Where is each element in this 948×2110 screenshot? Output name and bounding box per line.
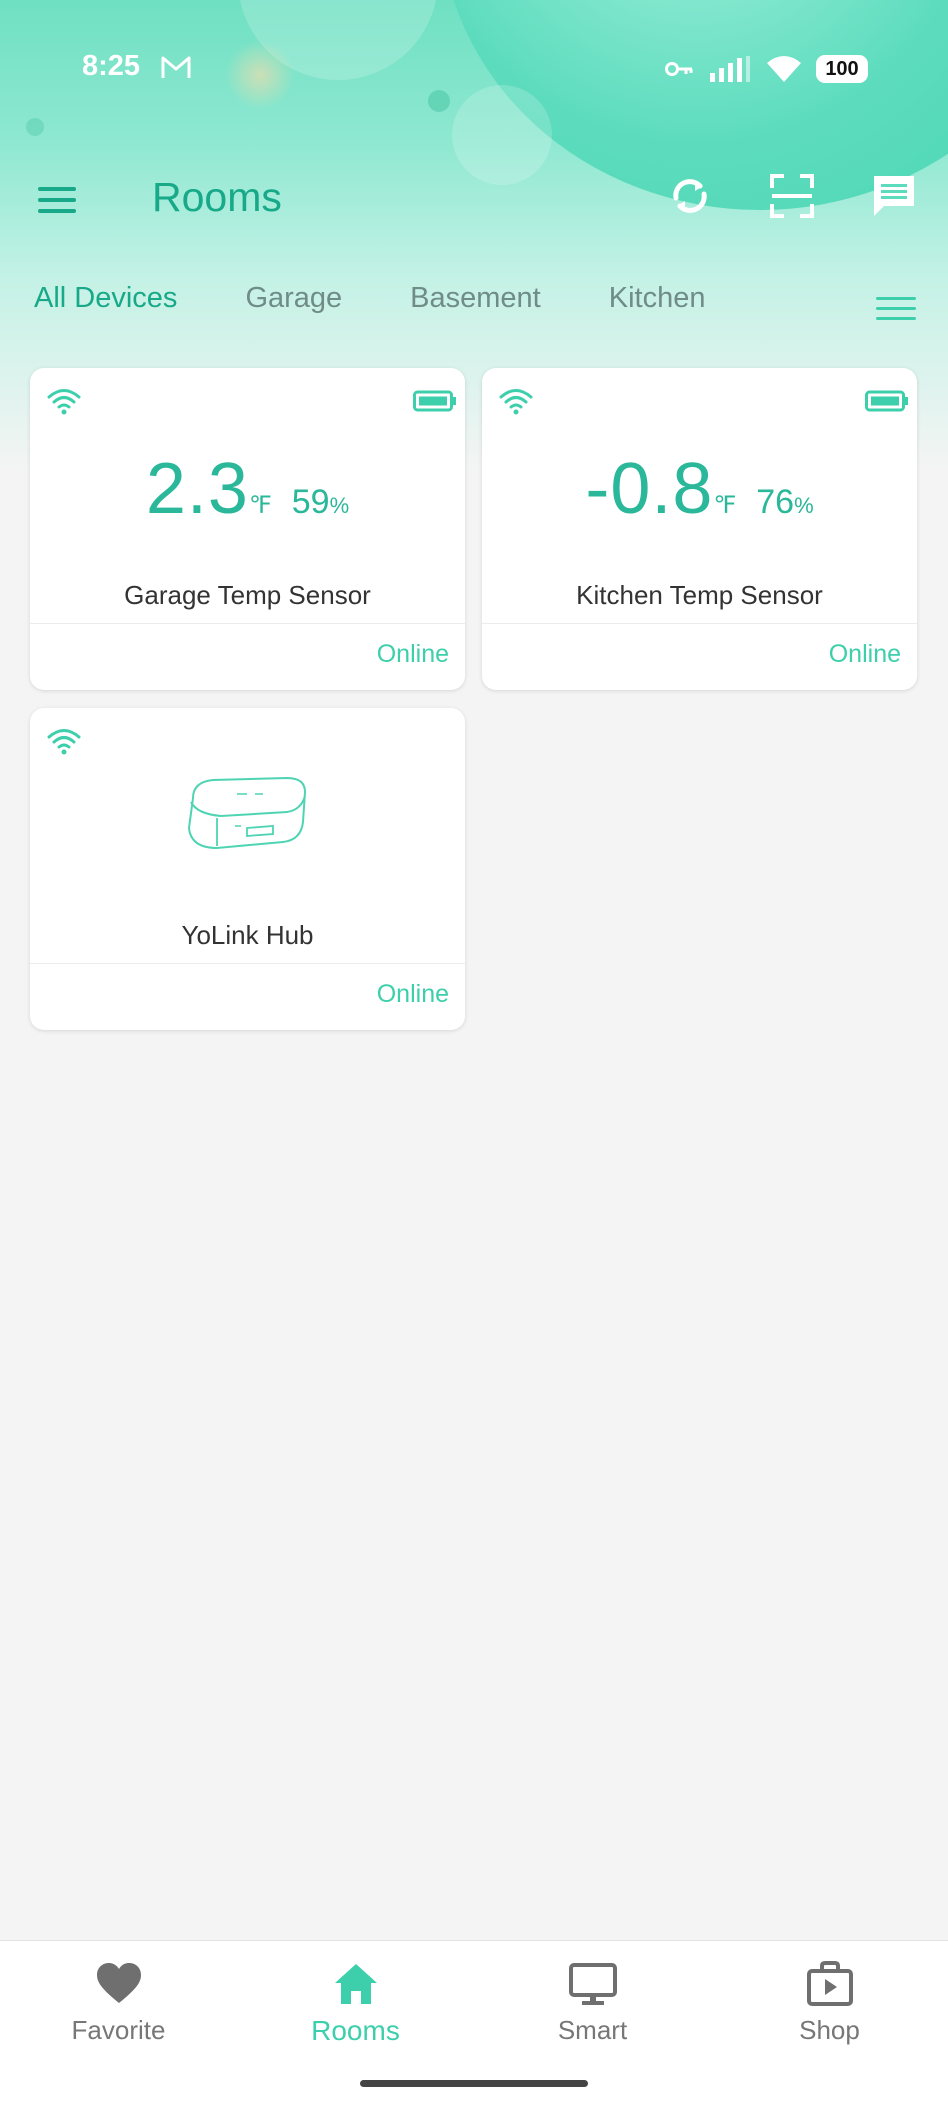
vpn-key-icon: [665, 62, 693, 76]
tabs-menu-icon[interactable]: [876, 294, 916, 324]
wifi-signal-icon: [499, 389, 533, 415]
device-name: YoLink Hub: [181, 920, 314, 950]
nav-label: Shop: [799, 2015, 860, 2045]
rooms-screen: 8:25 100 Rooms All Devices Garage Baseme…: [0, 0, 948, 2110]
status-icons: 100: [664, 52, 868, 86]
card-divider: [30, 963, 465, 964]
battery-icon: [865, 390, 908, 412]
page-title: Rooms: [152, 174, 282, 220]
humidity-value: 59: [291, 483, 330, 521]
temperature-value: -0.8: [585, 449, 714, 529]
sensor-reading: 2.3℉ 59%: [30, 448, 465, 530]
temperature-value: 2.3: [145, 449, 249, 529]
card-divider: [482, 623, 917, 624]
sync-icon[interactable]: [666, 172, 714, 220]
scan-icon[interactable]: [768, 172, 816, 220]
nav-label: Favorite: [71, 2015, 166, 2045]
temperature-unit: ℉: [248, 492, 272, 519]
wifi-signal-icon: [47, 729, 81, 755]
tab-basement[interactable]: Basement: [410, 282, 541, 332]
humidity-unit: %: [329, 493, 350, 518]
device-status: Online: [376, 980, 449, 1008]
battery-level: 100: [816, 55, 868, 83]
shop-bag-icon: [806, 1961, 853, 2006]
home-icon: [334, 1964, 377, 2004]
nav-rooms[interactable]: Rooms: [237, 1959, 474, 2047]
humidity-value: 76: [756, 483, 795, 521]
device-status: Online: [828, 640, 901, 668]
message-icon[interactable]: [870, 172, 918, 220]
gmail-notification-icon: [161, 56, 191, 78]
wifi-signal-icon: [47, 389, 81, 415]
home-indicator[interactable]: [360, 2080, 588, 2087]
tab-kitchen[interactable]: Kitchen: [609, 282, 706, 332]
nav-favorite[interactable]: Favorite: [0, 1959, 237, 2046]
wifi-status-icon: [767, 56, 801, 82]
device-card-kitchen-temp-sensor[interactable]: -0.8℉ 76% Kitchen Temp Sensor Online: [482, 368, 917, 690]
temperature-unit: ℉: [713, 492, 737, 519]
app-bar: Rooms: [0, 160, 948, 240]
hamburger-menu-icon[interactable]: [36, 182, 80, 218]
status-bar: 8:25 100: [0, 0, 948, 140]
heart-icon: [96, 1963, 141, 2003]
card-divider: [30, 623, 465, 624]
sensor-reading: -0.8℉ 76%: [482, 448, 917, 530]
device-card-garage-temp-sensor[interactable]: 2.3℉ 59% Garage Temp Sensor Online: [30, 368, 465, 690]
device-status: Online: [376, 640, 449, 668]
nav-smart[interactable]: Smart: [474, 1959, 711, 2046]
nav-label: Smart: [557, 2015, 628, 2045]
device-card-yolink-hub[interactable]: YoLink Hub Online: [30, 708, 465, 1030]
status-time: 8:25: [82, 50, 141, 82]
humidity-unit: %: [794, 493, 814, 518]
nav-shop[interactable]: Shop: [711, 1959, 948, 2046]
nav-label: Rooms: [311, 2015, 400, 2046]
tab-garage[interactable]: Garage: [245, 282, 342, 332]
top-actions: [666, 172, 918, 220]
room-tabs: All Devices Garage Basement Kitchen: [34, 282, 705, 332]
device-name: Kitchen Temp Sensor: [576, 580, 823, 610]
monitor-icon: [568, 1963, 617, 2005]
tab-all-devices[interactable]: All Devices: [34, 282, 177, 332]
device-name: Garage Temp Sensor: [124, 580, 371, 610]
cellular-signal-icon: [710, 56, 750, 82]
hub-device-icon: [187, 776, 307, 850]
battery-icon: [413, 390, 456, 412]
